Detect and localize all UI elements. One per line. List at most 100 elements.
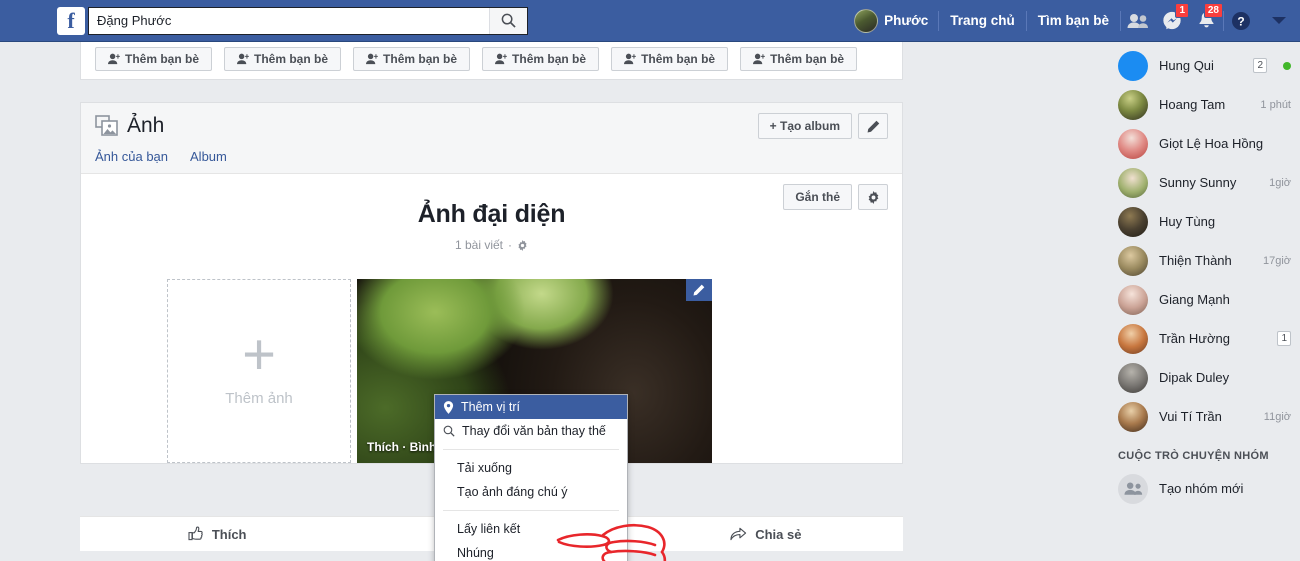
thumbs-up-icon [188,526,203,541]
chat-contact-row[interactable]: Trần Hường 1 [1105,319,1300,358]
menu-item-get-link[interactable]: Lấy liên kết [435,517,627,541]
add-friend-button[interactable]: Thêm bạn bè [95,47,213,71]
add-friend-button[interactable]: Thêm bạn bè [224,47,342,71]
edit-photos-button[interactable] [858,113,888,139]
avatar [1118,323,1148,354]
add-friend-button[interactable]: Thêm bạn bè [353,47,471,71]
create-album-button[interactable]: + Tạo album [757,113,852,139]
avatar [1118,362,1148,393]
avatar [1118,206,1148,237]
chat-contact-row[interactable]: Giang Mạnh [1105,280,1300,319]
add-friend-button[interactable]: Thêm bạn bè [740,47,858,71]
friend-suggestions-bar: Thêm bạn bè Thêm bạn bè Thêm bạn bè Thêm… [80,42,903,80]
menu-item-make-featured[interactable]: Tạo ảnh đáng chú ý [435,480,627,504]
menu-item-download[interactable]: Tải xuống [435,456,627,480]
chat-contact-row[interactable]: Hung Qui 2 [1105,46,1300,85]
chat-contact-row[interactable]: Hoang Tam 1 phút [1105,85,1300,124]
avatar [1118,89,1148,120]
menu-separator [443,510,619,511]
menu-item-add-location[interactable]: Thêm vị trí [435,395,627,419]
like-button[interactable]: Thích [80,526,354,542]
add-friend-label: Thêm bạn bè [641,52,716,66]
nav-right-group: Phước Trang chủ Tìm bạn bè 1 28 ? [844,0,1300,41]
create-group-row[interactable]: Tạo nhóm mới [1105,469,1300,508]
add-friend-button[interactable]: Thêm bạn bè [611,47,729,71]
photo-edit-button[interactable] [686,279,712,301]
online-status-dot [1283,61,1291,70]
avatar [1118,50,1148,81]
album-settings-button[interactable] [858,184,888,210]
avatar [1118,167,1148,198]
add-friend-icon [495,53,507,65]
chat-contact-row[interactable]: Huy Tùng [1105,202,1300,241]
nav-item-find-friends[interactable]: Tìm bạn bè [1027,13,1120,28]
add-friend-label: Thêm bạn bè [254,52,329,66]
tab-your-photos[interactable]: Ảnh của bạn [95,149,168,164]
add-photo-tile[interactable]: + Thêm ảnh [167,279,351,463]
location-pin-icon [443,400,454,414]
bell-icon[interactable]: 28 [1189,2,1223,36]
nav-item-home[interactable]: Trang chủ [939,13,1026,28]
add-friend-label: Thêm bạn bè [125,52,200,66]
pencil-icon [867,120,879,132]
share-icon [730,527,747,541]
nav-profile-link[interactable]: Phước [844,7,938,35]
album-subtitle: 1 bài viết · [95,238,888,252]
add-friend-label: Thêm bạn bè [383,52,458,66]
last-active-time: 1 phút [1260,98,1291,111]
share-button[interactable]: Chia sẻ [629,526,903,542]
group-add-icon [1118,473,1148,504]
add-friend-icon [753,53,765,65]
contact-name: Hung Qui [1159,58,1214,73]
add-friend-label: Thêm bạn bè [770,52,845,66]
search-box[interactable] [88,6,528,35]
add-friend-icon [237,53,249,65]
chat-contact-row[interactable]: Sunny Sunny 1giờ [1105,163,1300,202]
separator: · [508,238,513,252]
help-icon[interactable]: ? [1224,6,1258,36]
main-content: Thêm bạn bè Thêm bạn bè Thêm bạn bè Thêm… [0,42,1105,561]
contact-name: Giọt Lệ Hoa Hồng [1159,136,1264,151]
contact-name: Sunny Sunny [1159,175,1237,190]
chat-contact-row[interactable]: Vui Tí Trần 11giờ [1105,397,1300,436]
facebook-logo-icon[interactable]: f [57,6,85,35]
add-friend-button[interactable]: Thêm bạn bè [482,47,600,71]
menu-item-embed[interactable]: Nhúng [435,541,627,561]
tab-albums[interactable]: Album [190,149,227,164]
svg-text:?: ? [1237,14,1244,28]
photos-card-header: Ảnh + Tạo album Ảnh của bạn Album [81,103,902,174]
messenger-icon[interactable]: 1 [1155,2,1189,36]
contact-name: Huy Tùng [1159,214,1216,229]
last-active-time: 11giờ [1263,410,1291,423]
chat-contact-row[interactable]: Giọt Lệ Hoa Hồng [1105,124,1300,163]
menu-separator [443,449,619,450]
avatar [1118,128,1148,159]
photos-title-text: Ảnh [127,114,165,137]
avatar [1118,245,1148,276]
avatar [854,8,879,33]
chat-contact-row[interactable]: Dipak Duley [1105,358,1300,397]
chat-sidebar[interactable]: Hung Qui 2 Hoang Tam 1 phút Giọt Lệ Hoa … [1105,42,1300,561]
pencil-icon [693,284,705,296]
chevron-down-icon[interactable] [1272,17,1286,24]
contact-name: Trần Hường [1159,331,1230,346]
add-friend-label: Thêm bạn bè [512,52,587,66]
search-input[interactable] [89,7,489,34]
gear-icon [868,190,878,204]
gear-icon[interactable] [517,239,528,251]
tag-button[interactable]: Gắn thẻ [783,184,852,210]
last-active-time: 17giờ [1262,254,1291,267]
share-label: Chia sẻ [755,526,802,542]
menu-item-edit-alt-text[interactable]: Thay đổi văn bản thay thế [435,419,627,443]
contact-name: Dipak Duley [1159,370,1230,385]
avatar [1118,401,1148,432]
photos-header-row: Ảnh + Tạo album [95,113,888,139]
search-icon[interactable] [489,7,527,34]
add-friend-icon [108,53,120,65]
chat-contact-row[interactable]: Thiện Thành 17giờ [1105,241,1300,280]
contact-name: Vui Tí Trần [1159,409,1222,424]
friend-requests-icon[interactable] [1121,6,1155,36]
photo-context-menu: Thêm vị trí Thay đổi văn bản thay thế Tả… [434,394,628,561]
photos-tabs: Ảnh của bạn Album [95,139,888,173]
page-title: Ảnh [95,114,164,138]
